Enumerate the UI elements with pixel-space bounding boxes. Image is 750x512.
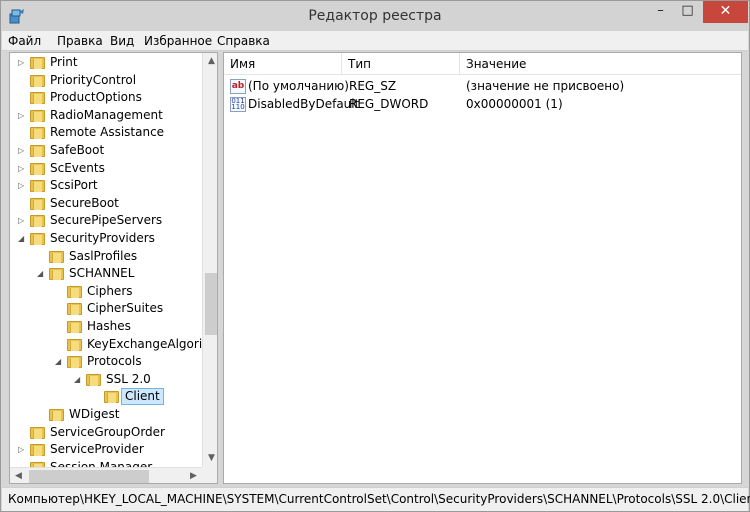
value-name: DisabledByDefault [248, 97, 360, 111]
column-header-type[interactable]: Тип [342, 53, 460, 75]
status-key-path: Компьютер\HKEY_LOCAL_MACHINE\SYSTEM\Curr… [8, 492, 750, 506]
value-data: 0x00000001 (1) [466, 97, 563, 111]
folder-icon [67, 302, 82, 315]
registry-key-tree[interactable]: Session Manager▷ServiceProviderServiceGr… [9, 52, 218, 484]
scrollbar-corner [202, 467, 217, 483]
folder-icon [30, 426, 45, 439]
folder-icon [30, 126, 45, 139]
tree-item-label[interactable]: PriorityControl [47, 72, 139, 89]
folder-icon [30, 197, 45, 210]
tree-item-label[interactable]: Protocols [84, 353, 145, 370]
folder-icon [67, 285, 82, 298]
tree-item-label[interactable]: SSL 2.0 [103, 371, 154, 388]
value-data: (значение не присвоено) [466, 79, 625, 93]
tree-item-label[interactable]: SCHANNEL [66, 265, 137, 282]
window-title: Редактор реестра [308, 8, 442, 24]
maximize-button[interactable]: □ [674, 1, 701, 23]
tree-item-label[interactable]: SecurePipeServers [47, 212, 165, 229]
menu-edit[interactable]: Правка [57, 34, 103, 48]
tree-item-label[interactable]: ServiceProvider [47, 441, 147, 458]
scroll-right-arrow-icon[interactable]: ▶ [185, 468, 202, 483]
tree-vertical-scrollbar[interactable]: ▲ ▼ [202, 53, 217, 467]
values-list-header: Имя Тип Значение [224, 53, 741, 75]
menu-favorites[interactable]: Избранное [144, 34, 212, 48]
tree-item-label[interactable]: ScsiPort [47, 177, 101, 194]
collapse-arrow-icon[interactable]: ◢ [37, 265, 43, 282]
tree-item-label[interactable]: KeyExchangeAlgorithm [84, 336, 217, 353]
column-header-data[interactable]: Значение [460, 53, 741, 75]
value-type: REG_SZ [349, 79, 397, 93]
tree-item-label[interactable]: CipherSuites [84, 300, 166, 317]
tree-item-label[interactable]: Remote Assistance [47, 124, 167, 141]
menu-bar: Файл Правка Вид Избранное Справка [2, 31, 748, 51]
scroll-down-arrow-icon[interactable]: ▼ [203, 450, 217, 467]
scroll-left-arrow-icon[interactable]: ◀ [10, 468, 27, 483]
registry-values-list[interactable]: Имя Тип Значение ab (По умолчанию) REG_S… [223, 52, 742, 484]
string-value-icon: ab [230, 79, 246, 94]
menu-view[interactable]: Вид [110, 34, 134, 48]
tree-item-label[interactable]: ServiceGroupOrder [47, 424, 168, 441]
close-button[interactable]: ✕ [703, 1, 748, 23]
collapse-arrow-icon[interactable]: ◢ [55, 353, 61, 370]
expand-arrow-icon[interactable]: ▷ [18, 107, 24, 124]
folder-icon [30, 232, 45, 245]
tree-item-label[interactable]: SecureBoot [47, 195, 122, 212]
tree-item-label[interactable]: Ciphers [84, 283, 136, 300]
minimize-button[interactable]: – [647, 1, 674, 23]
folder-icon [30, 162, 45, 175]
folder-icon [86, 373, 101, 386]
tree-item-label[interactable]: Print [47, 54, 81, 71]
tree-item-label[interactable]: SecurityProviders [47, 230, 158, 247]
folder-icon [104, 390, 119, 403]
column-header-name[interactable]: Имя [224, 53, 342, 75]
value-type: REG_DWORD [349, 97, 429, 111]
folder-icon [30, 74, 45, 87]
tree-item-label[interactable]: RadioManagement [47, 107, 166, 124]
collapse-arrow-icon[interactable]: ◢ [74, 371, 80, 388]
expand-arrow-icon[interactable]: ▷ [18, 177, 24, 194]
tree-item-label[interactable]: SaslProfiles [66, 248, 140, 265]
folder-icon [30, 443, 45, 456]
menu-help[interactable]: Справка [217, 34, 270, 48]
tree-item-label[interactable]: SafeBoot [47, 142, 107, 159]
value-row[interactable]: 011 110 DisabledByDefault REG_DWORD 0x00… [224, 96, 741, 113]
folder-icon [30, 91, 45, 104]
expand-arrow-icon[interactable]: ▷ [18, 142, 24, 159]
folder-icon [67, 338, 82, 351]
folder-icon [49, 250, 64, 263]
folder-icon [30, 214, 45, 227]
status-bar: Компьютер\HKEY_LOCAL_MACHINE\SYSTEM\Curr… [2, 487, 750, 511]
tree-item-label[interactable]: ScEvents [47, 160, 108, 177]
menu-file[interactable]: Файл [8, 34, 41, 48]
expand-arrow-icon[interactable]: ▷ [18, 441, 24, 458]
registry-editor-window: Редактор реестра – □ ✕ Файл Правка Вид И… [0, 0, 750, 512]
folder-icon [30, 144, 45, 157]
title-bar[interactable]: Редактор реестра – □ ✕ [1, 1, 749, 31]
expand-arrow-icon[interactable]: ▷ [18, 212, 24, 229]
folder-icon [49, 408, 64, 421]
folder-icon [67, 320, 82, 333]
folder-icon [30, 109, 45, 122]
collapse-arrow-icon[interactable]: ◢ [18, 230, 24, 247]
tree-item-label[interactable]: Hashes [84, 318, 134, 335]
tree-item-label[interactable]: Client [121, 388, 164, 405]
folder-icon [49, 267, 64, 280]
tree-item-label[interactable]: WDigest [66, 406, 122, 423]
tree-horizontal-scrollbar[interactable]: ◀ ▶ [10, 467, 202, 483]
folder-icon [30, 56, 45, 69]
tree-vscroll-thumb[interactable] [205, 273, 217, 335]
scroll-up-arrow-icon[interactable]: ▲ [203, 53, 217, 70]
value-name: (По умолчанию) [248, 79, 349, 93]
tree-hscroll-thumb[interactable] [29, 470, 149, 483]
dword-value-icon: 011 110 [230, 97, 246, 112]
folder-icon [30, 179, 45, 192]
expand-arrow-icon[interactable]: ▷ [18, 160, 24, 177]
expand-arrow-icon[interactable]: ▷ [18, 54, 24, 71]
value-row[interactable]: ab (По умолчанию) REG_SZ (значение не пр… [224, 78, 741, 95]
folder-icon [67, 355, 82, 368]
tree-item-label[interactable]: ProductOptions [47, 89, 145, 106]
